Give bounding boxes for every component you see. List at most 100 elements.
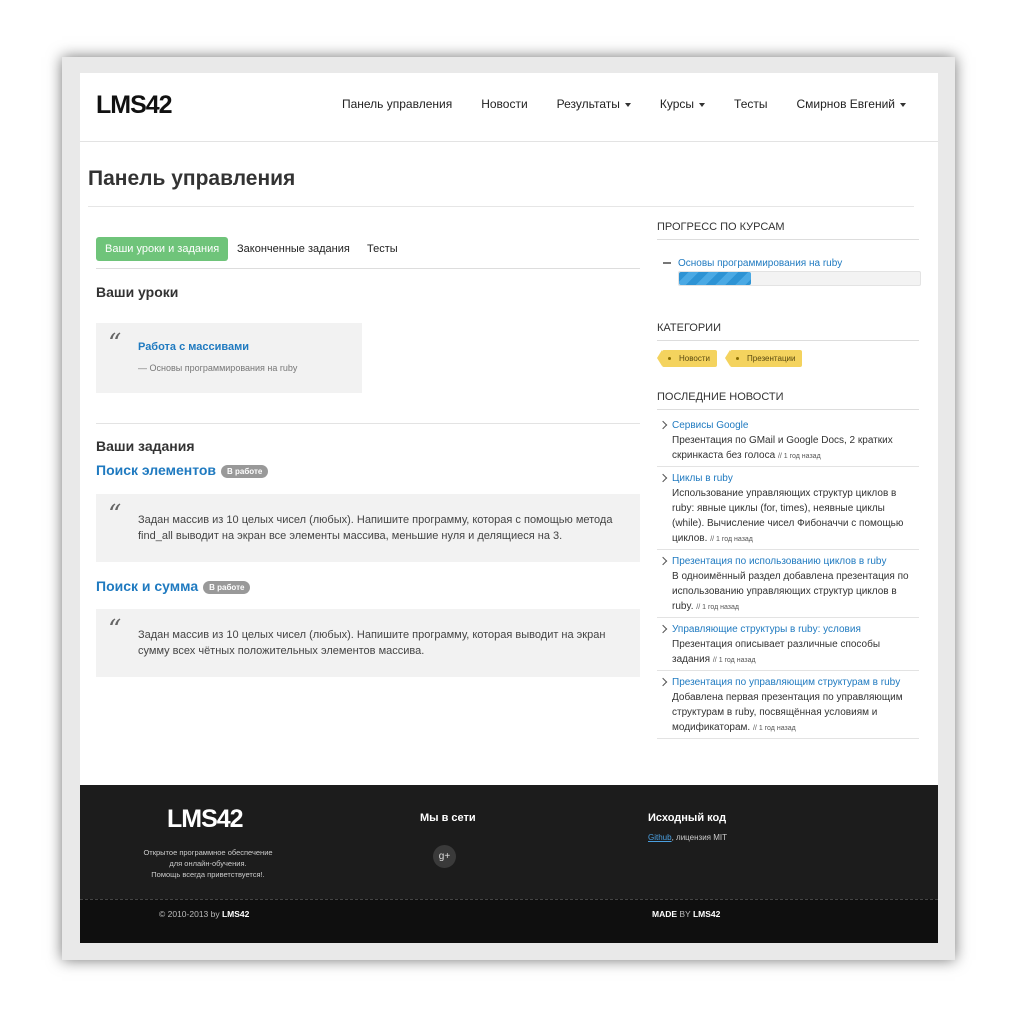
progress-course-link[interactable]: Основы программирования на ruby	[678, 258, 842, 269]
chevron-right-icon	[658, 677, 668, 687]
tab-tests[interactable]: Тесты	[358, 237, 407, 261]
divider	[96, 423, 640, 424]
footer-description: Открытое программное обеспечение для онл…	[128, 847, 288, 880]
tasks-heading: Ваши задания	[96, 438, 195, 454]
lesson-course: — Основы программирования на ruby	[138, 363, 298, 373]
tag-hole-icon	[736, 357, 739, 360]
tag-hole-icon	[668, 357, 671, 360]
news-time: // 1 год назад	[696, 604, 739, 611]
news-title-link[interactable]: Циклы в ruby	[672, 471, 919, 486]
header: LMS42 Панель управления Новости Результа…	[80, 73, 938, 142]
footer-desc-line: для онлайн-обучения.	[169, 859, 247, 868]
news-time: // 1 год назад	[777, 453, 821, 460]
footer-desc-line: Открытое программное обеспечение	[143, 848, 273, 857]
lessons-heading: Ваши уроки	[96, 284, 179, 300]
news-item: Презентация по управляющим структурам в …	[657, 675, 919, 739]
footer-desc-line: Помощь всегда приветствуется!.	[151, 870, 265, 879]
news-text: Использование управляющих структур цикло…	[672, 486, 919, 547]
progress-bar	[678, 271, 921, 286]
lesson-link[interactable]: Работа с массивами	[138, 341, 249, 353]
chevron-right-icon	[658, 420, 668, 430]
nav-user-menu[interactable]: Смирнов Евгений	[796, 97, 906, 111]
chevron-right-icon	[658, 624, 668, 634]
caret-down-icon	[900, 102, 906, 107]
task-description: Задан массив из 10 целых чисел (любых). …	[138, 514, 613, 542]
news-title-link[interactable]: Управляющие структуры в ruby: условия	[672, 622, 919, 637]
status-badge: В работе	[203, 580, 251, 594]
news-body: Презентация описывает различные способы …	[672, 639, 881, 665]
tab-lessons-and-tasks[interactable]: Ваши уроки и задания	[96, 237, 229, 261]
copyright: © 2010-2013 by LMS42	[159, 909, 249, 919]
made-brand: LMS42	[692, 909, 721, 919]
copyright-text: © 2010-2013 by	[159, 909, 222, 919]
category-tag-news[interactable]: Новости	[657, 350, 717, 367]
news-body: Использование управляющих структур цикло…	[672, 488, 904, 544]
source-heading: Исходный код	[648, 812, 727, 824]
news-time: // 1 год назад	[712, 657, 756, 664]
news-title-link[interactable]: Презентация по управляющим структурам в …	[672, 675, 919, 690]
chevron-right-icon	[658, 473, 668, 483]
task-card: “ Задан массив из 10 целых чисел (любых)…	[96, 609, 640, 677]
tag-label: Новости	[679, 354, 710, 363]
news-time: // 1 год назад	[710, 536, 753, 543]
nav-news[interactable]: Новости	[481, 97, 527, 111]
news-title-link[interactable]: Сервисы Google	[672, 418, 919, 433]
lesson-card: “ Работа с массивами — Основы программир…	[96, 323, 362, 393]
news-time: // 1 год назад	[752, 725, 796, 732]
nav-results[interactable]: Результаты	[557, 97, 631, 111]
quote-icon: “	[108, 329, 122, 359]
news-item: Сервисы Google Презентация по GMail и Go…	[657, 418, 919, 467]
nav-tests[interactable]: Тесты	[734, 97, 767, 111]
nav-label: Курсы	[659, 97, 695, 111]
nav-label: Новости	[481, 97, 528, 111]
news-item: Управляющие структуры в ruby: условия Пр…	[657, 622, 919, 671]
category-tag-presentations[interactable]: Презентации	[724, 350, 803, 367]
main-nav: Панель управления Новости Результаты Кур…	[313, 97, 906, 111]
logo[interactable]: LMS42	[96, 91, 173, 120]
divider	[88, 206, 914, 207]
page: LMS42 Панель управления Новости Результа…	[80, 73, 938, 943]
footer: LMS42 Открытое программное обеспечение д…	[80, 785, 938, 943]
chevron-right-icon	[658, 556, 668, 566]
news-heading: ПОСЛЕДНИЕ НОВОСТИ	[657, 391, 919, 410]
task-description: Задан массив из 10 целых чисел (любых). …	[138, 629, 606, 657]
categories-heading: КАТЕГОРИИ	[657, 322, 919, 341]
news-text: Презентация описывает различные способы …	[672, 637, 919, 668]
news-text: В одноимённый раздел добавлена презентац…	[672, 569, 919, 615]
github-link[interactable]: Github	[648, 833, 672, 842]
license-text: , лицензия MIT	[671, 833, 727, 842]
task-title-row: Поиск элементов В работе	[96, 462, 269, 478]
footer-logo[interactable]: LMS42	[167, 805, 244, 834]
news-text: Добавлена первая презентация по управляю…	[672, 690, 919, 736]
task-title-row: Поиск и сумма В работе	[96, 578, 251, 594]
made-label: MADE	[652, 909, 678, 919]
task-card: “ Задан массив из 10 целых чисел (любых)…	[96, 494, 640, 562]
caret-down-icon	[624, 102, 631, 107]
task-link[interactable]: Поиск и сумма	[96, 578, 198, 594]
progress-heading: ПРОГРЕСС ПО КУРСАМ	[657, 221, 919, 240]
news-item: Циклы в ruby Использование управляющих с…	[657, 471, 919, 550]
page-title: Панель управления	[88, 167, 296, 190]
news-title-link[interactable]: Презентация по использованию циклов в ru…	[672, 554, 919, 569]
source-info: Github, лицензия MIT	[648, 833, 727, 842]
progress-course-row: Основы программирования на ruby	[663, 258, 842, 269]
quote-icon: “	[108, 500, 122, 530]
nav-label: Результаты	[556, 97, 620, 111]
tab-finished-tasks[interactable]: Законченные задания	[228, 237, 359, 261]
nav-label: Тесты	[734, 97, 768, 111]
tab-bar: Ваши уроки и задания Законченные задания…	[96, 237, 640, 269]
google-plus-icon[interactable]: g+	[433, 845, 456, 868]
progress-bar-fill	[679, 272, 752, 285]
caret-down-icon	[699, 102, 706, 107]
copyright-brand: LMS42	[221, 909, 250, 919]
quote-icon: “	[108, 615, 122, 645]
tag-label: Презентации	[747, 354, 796, 363]
dash-icon	[663, 262, 671, 265]
news-text: Презентация по GMail и Google Docs, 2 кр…	[672, 433, 919, 464]
made-by: MADE BY LMS42	[652, 909, 720, 919]
nav-label: Панель управления	[341, 97, 453, 111]
nav-label: Смирнов Евгений	[796, 97, 895, 111]
nav-dashboard[interactable]: Панель управления	[342, 97, 452, 111]
task-link[interactable]: Поиск элементов	[96, 462, 216, 478]
nav-courses[interactable]: Курсы	[659, 97, 706, 111]
